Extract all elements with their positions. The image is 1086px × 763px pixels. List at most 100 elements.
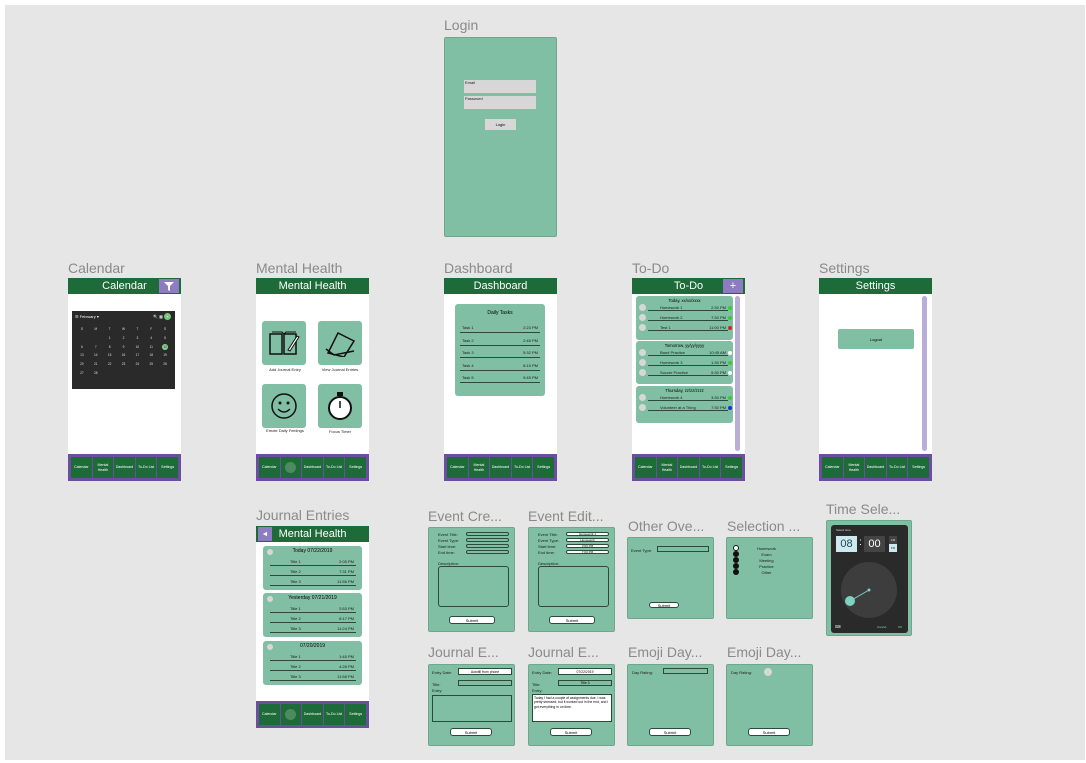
event-field-input[interactable] bbox=[466, 538, 509, 542]
nav-todo[interactable]: To-Do List bbox=[135, 457, 157, 478]
am-toggle[interactable]: AM bbox=[889, 536, 897, 544]
nav-todo[interactable]: To-Do List bbox=[511, 457, 533, 478]
calendar-day[interactable]: 15 bbox=[103, 353, 117, 357]
focus-timer-button[interactable] bbox=[318, 384, 362, 428]
scrollbar[interactable] bbox=[735, 296, 740, 451]
task-row[interactable]: Task 3 5:32 PM bbox=[460, 350, 540, 358]
email-field[interactable]: Email bbox=[464, 80, 536, 93]
calendar-day[interactable]: 7 bbox=[89, 345, 103, 349]
month-selector[interactable]: ☰ February ▾ bbox=[75, 314, 99, 319]
nav-calendar[interactable]: Calendar bbox=[71, 457, 92, 478]
todo-item[interactable]: Homework 4 3:30 PM bbox=[648, 395, 728, 401]
clock-dial[interactable] bbox=[840, 561, 898, 619]
nav-mental-health[interactable]: Mental Health bbox=[843, 457, 865, 478]
todo-checkbox[interactable] bbox=[639, 349, 646, 356]
calendar-day[interactable]: 1 bbox=[103, 336, 117, 340]
submit-button[interactable]: Submit bbox=[449, 616, 495, 624]
event-type-input[interactable] bbox=[657, 546, 709, 552]
description-box[interactable] bbox=[538, 566, 609, 607]
nav-dashboard[interactable]: Dashboard bbox=[302, 704, 323, 725]
todo-item[interactable]: Homework 3 1:30 PM bbox=[648, 360, 728, 366]
nav-dashboard[interactable]: Dashboard bbox=[678, 457, 699, 478]
login-frame[interactable]: Email Password Login bbox=[444, 37, 557, 237]
nav-calendar[interactable]: Calendar bbox=[259, 457, 280, 478]
journal-entry-row[interactable]: Title 1 2:53 PM bbox=[270, 606, 356, 613]
calendar-day[interactable]: 17 bbox=[130, 353, 144, 357]
password-field[interactable]: Password bbox=[464, 96, 536, 109]
minute-field[interactable]: 00 bbox=[864, 536, 885, 552]
task-row[interactable]: Task 1 2:23 PM bbox=[460, 325, 540, 333]
nav-dashboard[interactable]: Dashboard bbox=[302, 457, 323, 478]
nav-todo[interactable]: To-Do List bbox=[323, 704, 345, 725]
todo-item[interactable]: Test 1 11:00 PM bbox=[648, 325, 728, 331]
journal-entry-row[interactable]: Title 3 11:58 PM bbox=[270, 674, 356, 681]
nav-settings[interactable]: Settings bbox=[345, 457, 366, 478]
view-journal-button[interactable] bbox=[318, 321, 362, 365]
todo-checkbox[interactable] bbox=[639, 314, 646, 321]
calendar-day[interactable]: 3 bbox=[130, 336, 144, 340]
logout-button[interactable]: Logout bbox=[838, 329, 914, 349]
nav-mental-health[interactable]: Mental Health bbox=[92, 457, 114, 478]
login-button[interactable]: Login bbox=[485, 119, 516, 130]
calendar-day[interactable]: 28 bbox=[89, 371, 103, 375]
nav-todo[interactable]: To-Do List bbox=[323, 457, 345, 478]
calendar-day[interactable]: 5 bbox=[158, 336, 172, 340]
entry-box[interactable]: Today I had a couple of assignments due.… bbox=[532, 694, 612, 722]
nav-settings[interactable]: Settings bbox=[345, 704, 366, 725]
nav-mental-health[interactable]: Mental Health bbox=[468, 457, 490, 478]
event-field-input[interactable] bbox=[466, 544, 509, 548]
search-icon[interactable]: 🔍 bbox=[153, 314, 158, 319]
calendar-icon[interactable]: ▦ bbox=[159, 314, 163, 319]
nav-settings[interactable]: Settings bbox=[721, 457, 742, 478]
nav-mental-health[interactable] bbox=[280, 457, 302, 478]
todo-item[interactable]: Homework 1 2:30 PM bbox=[648, 305, 728, 311]
add-todo-button[interactable]: + bbox=[723, 279, 743, 293]
nav-settings[interactable]: Settings bbox=[908, 457, 929, 478]
todo-checkbox[interactable] bbox=[639, 304, 646, 311]
nav-mental-health[interactable] bbox=[280, 704, 302, 725]
nav-dashboard[interactable]: Dashboard bbox=[490, 457, 511, 478]
submit-button[interactable]: Submit bbox=[549, 616, 595, 624]
calendar-day[interactable]: 21 bbox=[89, 362, 103, 366]
month-grid[interactable]: ☰ February ▾ 🔍 ▦ + S M T W T F S 1 2 3 4 5 6 7 8 9 10 11 1… bbox=[72, 311, 175, 389]
add-journal-button[interactable] bbox=[262, 321, 306, 365]
filter-button[interactable] bbox=[159, 279, 179, 293]
keyboard-icon[interactable]: ⌨ bbox=[835, 624, 841, 629]
title-field[interactable] bbox=[458, 680, 512, 686]
scrollbar[interactable] bbox=[922, 296, 927, 451]
todo-checkbox[interactable] bbox=[639, 404, 646, 411]
journal-entry-row[interactable]: Title 3 11:56 PM bbox=[270, 579, 356, 586]
event-field-input[interactable] bbox=[466, 532, 509, 536]
nav-dashboard[interactable]: Dashboard bbox=[865, 457, 886, 478]
day-rating-input[interactable] bbox=[663, 668, 708, 674]
nav-todo[interactable]: To-Do List bbox=[699, 457, 721, 478]
todo-checkbox[interactable] bbox=[639, 324, 646, 331]
todo-item[interactable]: Homework 2 7:30 PM bbox=[648, 315, 728, 321]
radio-button[interactable] bbox=[733, 569, 739, 575]
emoji-icon[interactable] bbox=[764, 668, 772, 676]
selected-day[interactable]: 12 bbox=[162, 343, 169, 350]
entry-date-field[interactable]: 07/22/2019 bbox=[558, 668, 612, 675]
calendar-day[interactable]: 22 bbox=[103, 362, 117, 366]
submit-button[interactable]: Submit bbox=[550, 728, 592, 736]
nav-dashboard[interactable]: Dashboard bbox=[114, 457, 135, 478]
nav-calendar[interactable]: Calendar bbox=[259, 704, 280, 725]
journal-entry-row[interactable]: Title 1 2:05 PM bbox=[270, 559, 356, 566]
event-field-input[interactable]: 7:00 PM bbox=[566, 550, 609, 554]
nav-calendar[interactable]: Calendar bbox=[635, 457, 656, 478]
calendar-day[interactable]: 18 bbox=[144, 353, 158, 357]
task-row[interactable]: Task 5 9:45 PM bbox=[460, 375, 540, 383]
submit-button[interactable]: Submit bbox=[649, 728, 691, 736]
calendar-day[interactable]: 27 bbox=[75, 371, 89, 375]
add-event-icon[interactable]: + bbox=[164, 313, 171, 320]
calendar-day[interactable]: 26 bbox=[158, 362, 172, 366]
calendar-day[interactable]: 9 bbox=[117, 345, 131, 349]
calendar-day[interactable]: 19 bbox=[158, 353, 172, 357]
calendar-day[interactable]: 6 bbox=[75, 345, 89, 349]
event-field-input[interactable] bbox=[466, 550, 509, 554]
calendar-day[interactable]: 8 bbox=[103, 345, 117, 349]
ok-button[interactable]: OK bbox=[898, 625, 902, 629]
nav-mental-health[interactable]: Mental Health bbox=[656, 457, 678, 478]
calendar-day[interactable]: 4 bbox=[144, 336, 158, 340]
todo-item[interactable]: Band Practice 10:45 AM bbox=[648, 350, 728, 356]
